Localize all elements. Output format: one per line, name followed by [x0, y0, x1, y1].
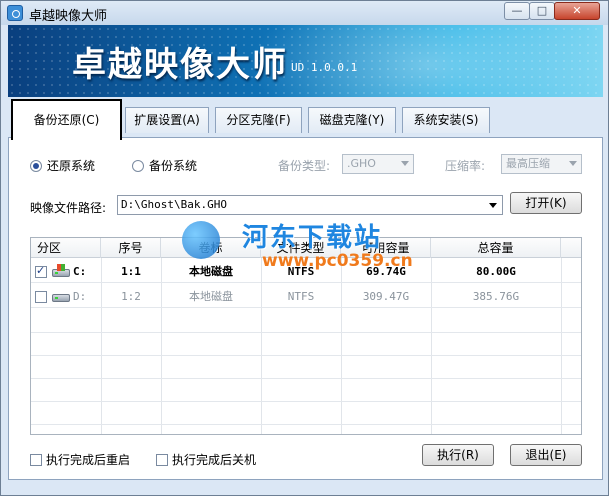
partition-index: 1:1 [121, 265, 141, 278]
row-checkbox[interactable] [35, 264, 47, 278]
banner-title: 卓越映像大师 [72, 45, 288, 85]
header-file-type: 文件类型 [261, 238, 341, 258]
execute-button[interactable]: 执行(R) [422, 444, 494, 466]
backup-system-label: 备份系统 [149, 159, 198, 173]
tab-backup-restore[interactable]: 备份还原(C) [11, 99, 122, 140]
empty-row [31, 356, 581, 379]
total-size: 80.00G [476, 265, 516, 278]
radio-selected-indicator [30, 159, 42, 172]
compression-label: 压缩率: [445, 159, 486, 173]
checkbox-box [30, 453, 42, 466]
header-free-space: 可用容量 [341, 238, 431, 258]
exit-button[interactable]: 退出(E) [510, 444, 582, 466]
maximize-button[interactable]: □ [529, 2, 555, 20]
volume-label: 本地磁盘 [189, 290, 233, 303]
header-banner: 卓越映像大师 UD 1.0.0.1 [8, 25, 603, 97]
restore-system-label: 还原系统 [47, 159, 96, 173]
total-size: 385.76G [472, 290, 520, 303]
reboot-after-checkbox[interactable]: 执行完成后重启 [30, 451, 130, 468]
drive-letter: D: [73, 290, 87, 303]
table-row[interactable]: D: 1:2 本地磁盘 NTFS 309.47G 385.76G [31, 285, 581, 308]
compression-select[interactable]: 最高压缩 [501, 154, 582, 174]
image-path-input[interactable]: D:\Ghost\Bak.GHO [117, 195, 503, 215]
empty-row [31, 333, 581, 356]
free-space: 309.47G [362, 290, 410, 303]
tab-disk-clone[interactable]: 磁盘克隆(Y) [308, 107, 396, 133]
empty-row [31, 402, 581, 425]
drive-letter: C: [73, 265, 87, 278]
version-label: UD 1.0.0.1 [291, 61, 358, 74]
chevron-down-icon [569, 161, 577, 166]
chevron-down-icon[interactable] [489, 203, 497, 208]
shutdown-after-checkbox[interactable]: 执行完成后关机 [156, 451, 256, 468]
image-path-label: 映像文件路径: [30, 201, 107, 215]
header-index: 序号 [101, 238, 161, 258]
backup-type-select[interactable]: .GHO [342, 154, 414, 174]
empty-row [31, 379, 581, 402]
header-volume-label: 卷标 [161, 238, 261, 258]
compression-value: 最高压缩 [506, 157, 550, 170]
empty-row [31, 310, 581, 333]
drive-icon [52, 290, 70, 302]
image-path-value: D:\Ghost\Bak.GHO [121, 198, 227, 211]
tab-extended-settings[interactable]: 扩展设置(A) [125, 107, 209, 133]
partition-table: 分区 序号 卷标 文件类型 可用容量 总容量 C: 1:1 本地磁盘 NTFS … [30, 237, 582, 435]
open-button[interactable]: 打开(K) [510, 192, 582, 214]
minimize-button[interactable]: — [504, 2, 530, 20]
tab-strip: 备份还原(C) 扩展设置(A) 分区克隆(F) 磁盘克隆(Y) 系统安装(S) [8, 97, 603, 140]
restore-system-radio[interactable]: 还原系统 [30, 157, 95, 174]
system-drive-icon [52, 264, 70, 277]
backup-system-radio[interactable]: 备份系统 [132, 157, 197, 174]
app-icon [7, 5, 23, 21]
header-partition: 分区 [31, 238, 101, 258]
reboot-after-label: 执行完成后重启 [46, 453, 131, 467]
main-window: 卓越映像大师 — □ ✕ 卓越映像大师 UD 1.0.0.1 备份还原(C) 扩… [0, 0, 609, 496]
row-checkbox[interactable] [35, 291, 47, 303]
close-button[interactable]: ✕ [554, 2, 600, 20]
file-system: NTFS [287, 265, 315, 278]
file-system: NTFS [287, 290, 315, 303]
tab-partition-clone[interactable]: 分区克隆(F) [215, 107, 302, 133]
window-title: 卓越映像大师 [29, 9, 108, 24]
table-row[interactable]: C: 1:1 本地磁盘 NTFS 69.74G 80.00G [31, 260, 581, 283]
volume-label: 本地磁盘 [189, 265, 233, 278]
backup-type-label: 备份类型: [278, 159, 331, 173]
tab-system-install[interactable]: 系统安装(S) [402, 107, 490, 133]
partition-index: 1:2 [121, 290, 141, 303]
shutdown-after-label: 执行完成后关机 [172, 453, 257, 467]
free-space: 69.74G [366, 265, 406, 278]
radio-indicator [132, 159, 144, 172]
title-bar[interactable]: 卓越映像大师 — □ ✕ [1, 1, 608, 25]
backup-type-value: .GHO [347, 157, 376, 170]
table-header: 分区 序号 卷标 文件类型 可用容量 总容量 [31, 238, 581, 258]
header-total-size: 总容量 [431, 238, 561, 258]
chevron-down-icon [401, 161, 409, 166]
checkbox-box [156, 453, 168, 466]
